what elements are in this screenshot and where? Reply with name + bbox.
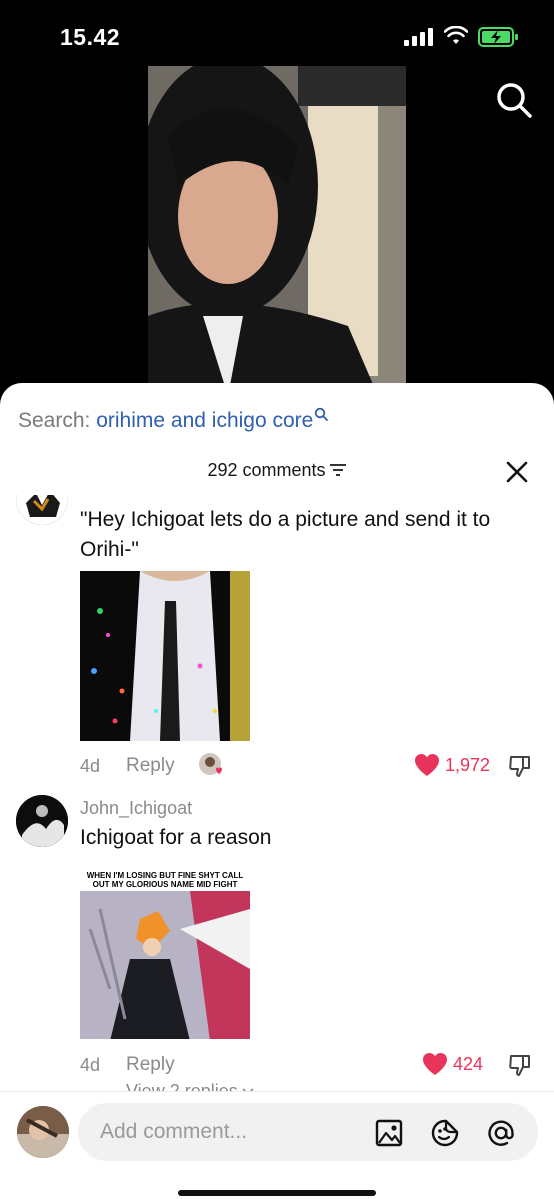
comment-meme — [80, 869, 250, 1039]
search-query-link[interactable]: orihime and ichigo core — [96, 409, 313, 432]
comment-item: "Hey Ichigoat lets do a picture and send… — [0, 495, 554, 785]
video-player[interactable] — [148, 66, 406, 396]
search-mini-icon — [315, 407, 329, 421]
comments-header: 292 comments — [0, 460, 554, 481]
like-button[interactable]: 1,972 — [414, 753, 490, 777]
comment-gif — [80, 571, 250, 741]
like-count: 424 — [453, 1053, 484, 1074]
related-search[interactable]: Search: orihime and ichigo core — [18, 407, 329, 433]
comment-image[interactable]: WHEN I'M LOSING BUT FINE SHYT CALL OUT M… — [80, 869, 250, 1039]
avatar[interactable] — [16, 495, 68, 525]
comments-sheet: Search: orihime and ichigo core 292 comm… — [0, 383, 554, 1199]
cellular-signal-icon — [404, 28, 433, 46]
comment-item: John_Ichigoat Ichigoat for a reason WHEN… — [0, 795, 554, 1091]
comment-age: 4d — [80, 756, 101, 776]
view-replies-label: View 2 replies — [126, 1081, 238, 1091]
like-count: 1,972 — [445, 754, 491, 775]
my-avatar-image — [17, 1106, 69, 1158]
comment-text: Ichigoat for a reason — [80, 826, 272, 849]
comment-input[interactable] — [100, 1103, 360, 1161]
dislike-icon[interactable] — [508, 1053, 532, 1077]
avatar[interactable] — [16, 795, 68, 847]
like-button[interactable]: 424 — [422, 1052, 483, 1076]
sort-icon[interactable] — [329, 463, 347, 477]
comments-list[interactable]: "Hey Ichigoat lets do a picture and send… — [0, 495, 554, 1091]
my-avatar[interactable] — [17, 1106, 69, 1158]
creator-liked-icon — [199, 753, 222, 775]
meme-caption: WHEN I'M LOSING BUT FINE SHYT CALL OUT M… — [86, 871, 244, 889]
avatar-image — [16, 795, 68, 847]
avatar-image — [16, 495, 68, 525]
dislike-icon[interactable] — [508, 754, 532, 778]
reply-button[interactable]: Reply — [126, 1054, 175, 1076]
battery-charging-icon — [478, 27, 518, 47]
mention-icon[interactable] — [486, 1118, 516, 1148]
sticker-icon[interactable] — [430, 1118, 460, 1148]
reply-button[interactable]: Reply — [126, 755, 175, 777]
close-icon[interactable] — [504, 459, 530, 485]
status-bar: 15.42 — [0, 0, 554, 70]
status-time: 15.42 — [60, 24, 121, 50]
image-icon[interactable] — [374, 1118, 404, 1148]
search-prefix: Search: — [18, 409, 91, 432]
video-thumbnail — [148, 66, 406, 396]
heart-icon — [423, 1053, 447, 1075]
wifi-icon — [444, 26, 468, 44]
comment-image[interactable] — [80, 571, 250, 741]
view-replies-button[interactable]: View 2 replies — [80, 1081, 254, 1091]
search-icon[interactable] — [494, 80, 534, 120]
comment-input-pill[interactable] — [78, 1103, 538, 1161]
comments-count: 292 comments — [207, 460, 326, 480]
comment-text: "Hey Ichigoat lets do a picture and send… — [80, 508, 491, 561]
comment-composer — [0, 1091, 554, 1199]
heart-icon — [415, 754, 439, 776]
home-indicator — [178, 1190, 376, 1196]
comment-username[interactable]: John_Ichigoat — [80, 798, 192, 819]
comment-age: 4d — [80, 1055, 101, 1075]
